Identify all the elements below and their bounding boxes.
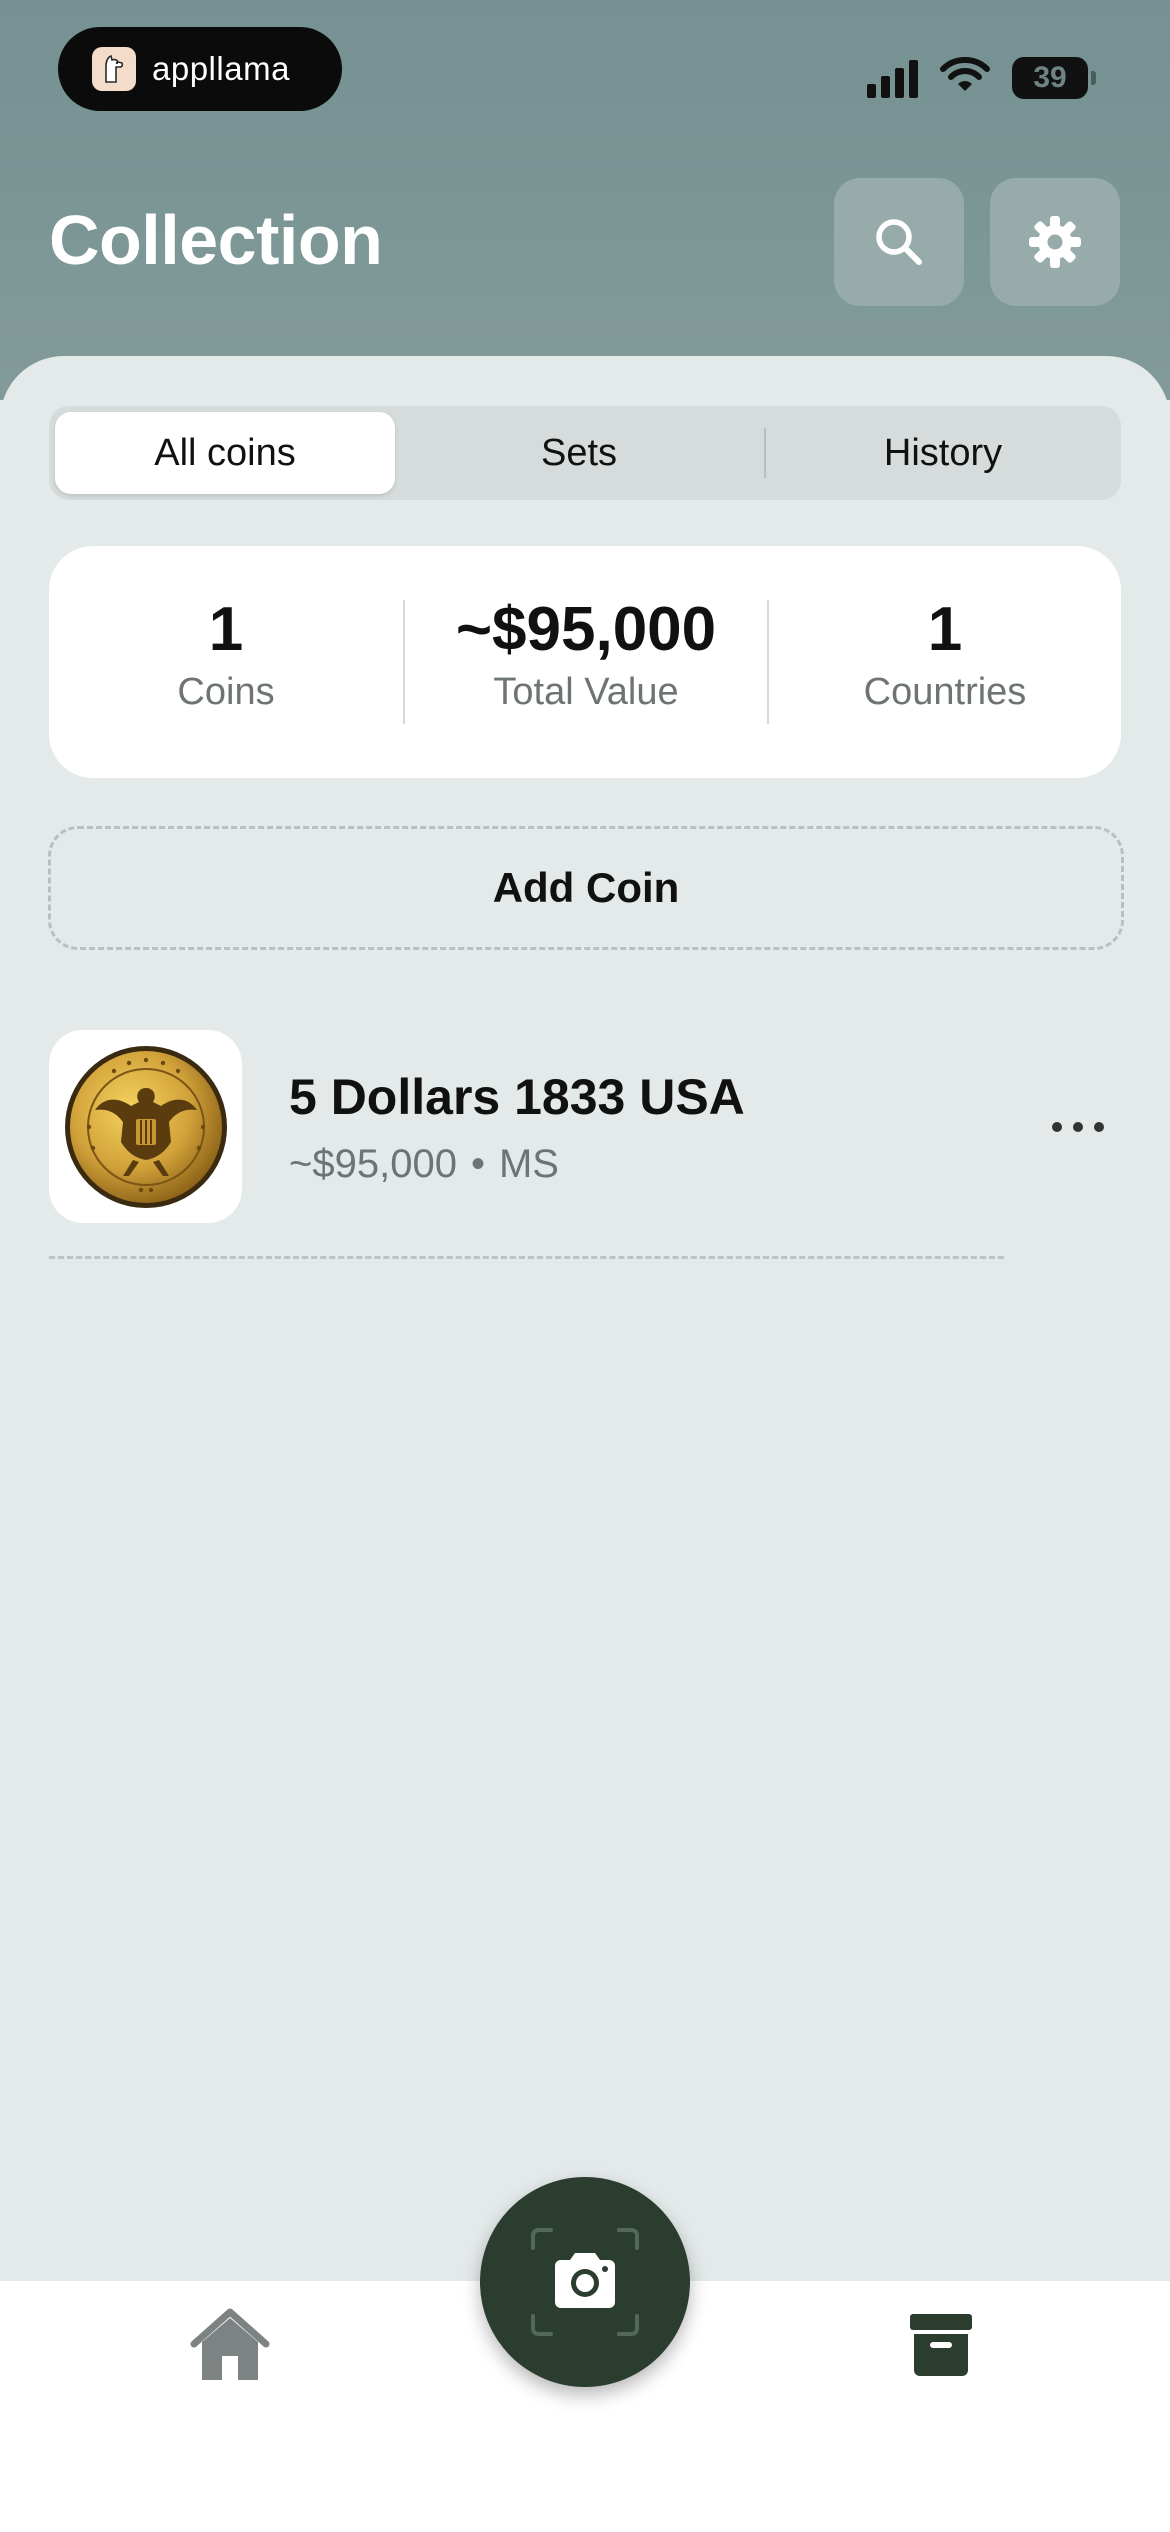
- more-options-button[interactable]: [1043, 1102, 1113, 1152]
- stat-total-value-label: Total Value: [493, 671, 679, 714]
- stat-countries-value: 1: [927, 595, 963, 664]
- gear-icon: [1029, 216, 1081, 268]
- nav-collection-button[interactable]: [897, 2301, 985, 2389]
- cellular-signal-icon: [862, 58, 918, 98]
- camera-icon: [531, 2228, 639, 2336]
- brand-name: appllama: [152, 50, 290, 87]
- brand-badge: appllama: [58, 27, 342, 111]
- stat-coins-value: 1: [208, 595, 244, 664]
- add-coin-button[interactable]: Add Coin: [48, 826, 1124, 950]
- settings-button[interactable]: [990, 178, 1120, 306]
- nav-home-button[interactable]: [186, 2301, 274, 2389]
- tab-history[interactable]: History: [765, 406, 1121, 500]
- stat-total-value-value: ~$95,000: [455, 595, 717, 664]
- tab-sets[interactable]: Sets: [395, 406, 763, 500]
- coin-meta: ~$95,000 • MS: [289, 1142, 559, 1187]
- header: appllama 39 Collection: [0, 0, 1170, 400]
- coin-list-item[interactable]: 5 Dollars 1833 USA ~$95,000 • MS: [49, 1030, 1121, 1226]
- stat-countries: 1 Countries: [769, 594, 1121, 714]
- coin-grade: MS: [498, 1142, 559, 1186]
- stat-coins: 1 Coins: [49, 594, 403, 714]
- stats-card: 1 Coins ~$95,000 Total Value 1 Countries: [49, 546, 1121, 778]
- coin-value: ~$95,000: [289, 1142, 457, 1186]
- gold-coin-image: [64, 1045, 227, 1208]
- status-bar: 39: [862, 56, 1096, 99]
- list-divider: [49, 1256, 1004, 1259]
- coin-name: 5 Dollars 1833 USA: [289, 1069, 745, 1125]
- search-button[interactable]: [834, 178, 964, 306]
- llama-logo-icon: [92, 47, 136, 91]
- page-title: Collection: [49, 201, 383, 279]
- collection-panel: All coins Sets History 1 Coins ~$95,000 …: [0, 356, 1170, 2281]
- stat-total-value: ~$95,000 Total Value: [405, 594, 767, 714]
- battery-level: 39: [1033, 60, 1067, 94]
- segmented-tabs: All coins Sets History: [49, 406, 1121, 500]
- search-icon: [876, 219, 922, 265]
- home-icon: [190, 2308, 270, 2380]
- stat-coins-label: Coins: [177, 671, 275, 714]
- battery-icon: 39: [1012, 56, 1096, 99]
- meta-separator: •: [470, 1142, 485, 1186]
- scan-coin-button[interactable]: [480, 2177, 690, 2387]
- coin-thumbnail: [49, 1030, 242, 1223]
- archive-box-icon: [910, 2314, 972, 2376]
- tab-all-coins[interactable]: All coins: [55, 412, 395, 494]
- wifi-icon: [940, 56, 990, 99]
- stat-countries-label: Countries: [863, 671, 1027, 714]
- ellipsis-icon: [1052, 1122, 1104, 1132]
